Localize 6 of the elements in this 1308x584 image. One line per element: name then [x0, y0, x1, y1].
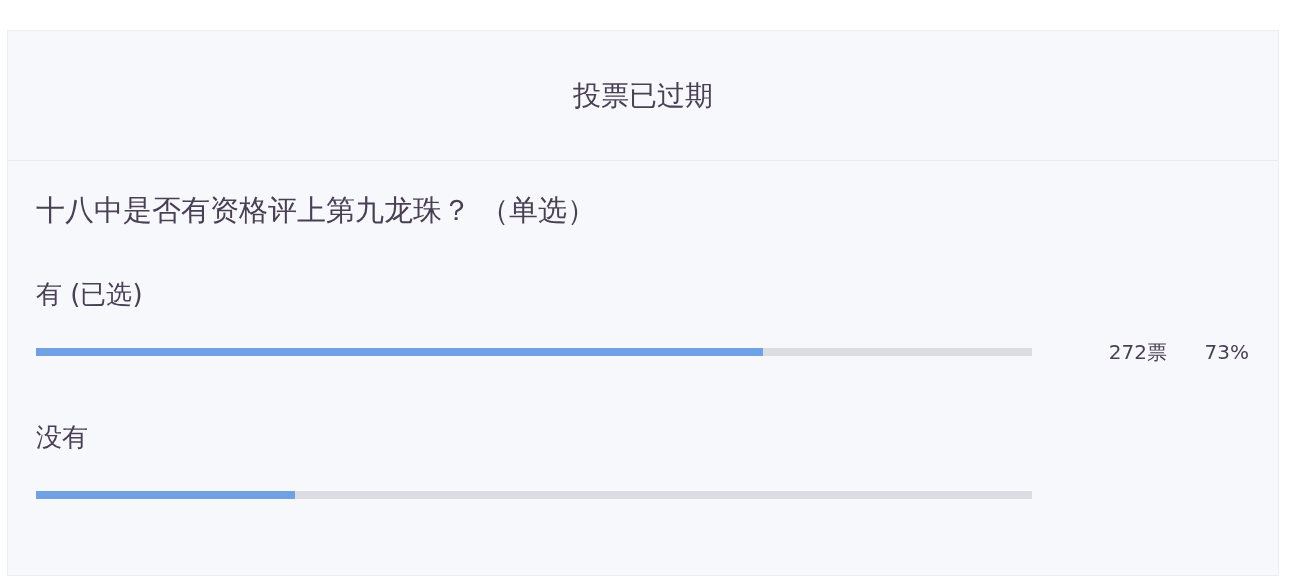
poll-status: 投票已过期 [573, 77, 713, 114]
poll-question: 十八中是否有资格评上第九龙珠？ （单选） [36, 192, 598, 229]
vote-percent: 73% [1203, 338, 1249, 366]
option-label: 有 (已选) [36, 277, 143, 311]
vote-count: 272票 [1107, 338, 1167, 366]
option-label: 没有 [36, 420, 88, 454]
